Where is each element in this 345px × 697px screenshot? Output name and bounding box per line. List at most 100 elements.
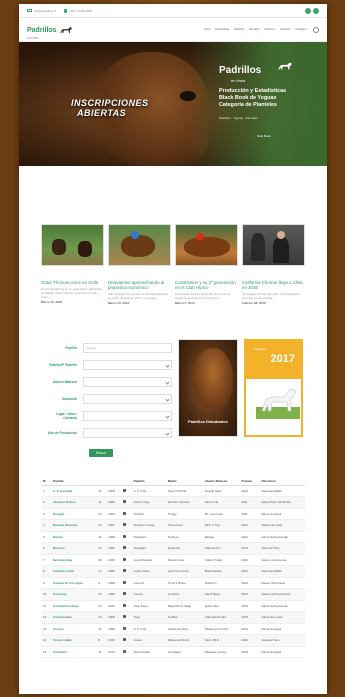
camera-icon[interactable] xyxy=(122,603,126,607)
table-cell: Dependo xyxy=(165,542,203,555)
news-thumbnail[interactable] xyxy=(175,224,238,266)
nav-item[interactable]: Remates xyxy=(249,28,259,31)
stallion-name[interactable]: Banzai xyxy=(50,531,97,543)
column-header[interactable] xyxy=(96,477,107,486)
table-row[interactable]: 7 Bermuda Bay 28 2009 Good Reward Wood Creek C… xyxy=(41,554,305,566)
camera-icon[interactable] xyxy=(122,546,126,550)
camera-icon[interactable] xyxy=(122,649,126,653)
camera-icon[interactable] xyxy=(122,592,126,596)
news-card[interactable]: Debutantes aprovechando al propósito eco… xyxy=(108,224,171,305)
news-thumbnail[interactable] xyxy=(108,224,171,266)
camera-icon[interactable] xyxy=(122,511,126,515)
table-cell: Tapit Seen xyxy=(131,600,166,612)
camera-icon[interactable] xyxy=(122,557,126,561)
column-header[interactable] xyxy=(106,477,121,486)
table-row[interactable]: 3 Bonguir 34 2003 Dunkirk Trivigy Mt. Livermor… xyxy=(41,508,305,520)
column-header[interactable]: Nº xyxy=(41,477,51,486)
camera-icon[interactable] xyxy=(122,580,126,584)
table-row[interactable]: 15 Curlandro 11 2012 Smart Strike Coraware Ple… xyxy=(41,646,305,658)
table-row[interactable]: 14 Crown Indian 8 2010 Crown Wakened Storm Sto… xyxy=(41,634,305,647)
year-select[interactable] xyxy=(83,427,173,438)
padrillo-input[interactable]: Buscar xyxy=(83,342,173,353)
stallion-name[interactable]: Crown Indian xyxy=(50,634,97,647)
stallion-name[interactable]: Curlandro xyxy=(50,646,97,658)
camera-icon[interactable] xyxy=(122,523,126,527)
table-row[interactable]: 13 Crown I 16 2009 A. P. Indy Awesome Diva See… xyxy=(41,623,305,635)
stallion-name[interactable]: Crimenmaker xyxy=(50,611,97,624)
nav-item[interactable]: Nosotros xyxy=(265,28,275,31)
column-header[interactable]: Abuelo Materno xyxy=(202,477,240,486)
email-link[interactable]: info@padrillos.cl xyxy=(27,9,56,13)
news-title[interactable]: Constitution y su 2º generación en el Cl… xyxy=(175,280,238,290)
stallion-name[interactable]: Cuando Es Pot Agua xyxy=(50,577,97,589)
table-row[interactable]: 1 A. P. Cardinal 21 2004 A. P. Indy Fleet Of … xyxy=(41,485,305,497)
news-thumbnail[interactable] xyxy=(41,224,104,266)
table-row[interactable]: 12 Crimenmaker 13 2008 Tiger Gofibai Catrinell… xyxy=(41,611,305,624)
column-header[interactable]: Ubicación xyxy=(259,477,305,486)
news-title[interactable]: California Chrome llega a Chile en 2016 xyxy=(242,280,305,290)
camera-icon[interactable] xyxy=(122,488,126,492)
camera-icon[interactable] xyxy=(122,615,126,619)
stallion-name[interactable]: Crown I xyxy=(50,623,97,635)
column-header[interactable]: Madre xyxy=(165,477,203,486)
stallion-name[interactable]: Bermuda Bay xyxy=(50,554,97,566)
stallion-name[interactable]: Bonguir xyxy=(50,508,97,520)
camera-icon[interactable] xyxy=(122,626,126,630)
table-cell: 3 xyxy=(41,508,51,520)
table-row[interactable]: 10 Cosmogu 19 2009 Cosmo Cordova Ataxil Beau 20… xyxy=(41,588,305,601)
table-cell: Carter Trader xyxy=(202,554,240,566)
nav-item[interactable]: Contacto xyxy=(280,28,290,31)
row-icons xyxy=(120,623,132,635)
table-cell: Haras Sumaya xyxy=(259,646,305,658)
stallion-name[interactable]: A. P. Cardinal xyxy=(50,485,97,497)
table-row[interactable]: 4 Boruvet Ramona 12 2007 Southern Image Preco… xyxy=(41,519,305,532)
news-title[interactable]: Outer Thomas crece en Chile xyxy=(41,280,104,285)
column-header[interactable]: Padrillo xyxy=(50,477,97,486)
hero-banner[interactable]: INSCRIPCIONES ABIERTAS Padrillos en líne… xyxy=(19,42,327,166)
camera-icon[interactable] xyxy=(122,638,126,642)
news-card[interactable]: California Chrome llega a Chile en 2016 … xyxy=(242,224,305,305)
phone-link[interactable]: +56 2 2345 6789 xyxy=(64,8,92,13)
stallion-name[interactable]: Belvoirs xyxy=(50,542,97,555)
column-header[interactable] xyxy=(120,477,132,486)
nav-item[interactable]: Padrillos xyxy=(234,28,244,31)
stallion-name[interactable]: Cosmogu xyxy=(50,588,97,601)
table-cell: Trivigy xyxy=(165,508,203,520)
stallion-name[interactable]: Caliente Creek xyxy=(50,565,97,578)
column-header[interactable]: Padrillo xyxy=(131,477,166,486)
table-cell: 2009 xyxy=(106,623,121,635)
camera-icon[interactable] xyxy=(122,500,126,504)
catalog-promo[interactable]: Catálogo 2017 xyxy=(243,339,303,437)
nav-item[interactable]: Estadísticas xyxy=(215,28,229,31)
facebook-icon[interactable] xyxy=(305,7,311,14)
hero-headline: INSCRIPCIONES ABIERTAS xyxy=(71,98,149,118)
stallion-name[interactable]: Boruvet Ramona xyxy=(50,519,97,532)
news-thumbnail[interactable] xyxy=(242,224,305,266)
site-logo[interactable]: Padrillos EN LÍNEA xyxy=(27,19,73,40)
sire-select[interactable] xyxy=(83,359,173,370)
news-card[interactable]: Outer Thomas crece en Chile Con 8 ganado… xyxy=(41,224,104,305)
contact-select[interactable] xyxy=(83,410,173,421)
table-row[interactable]: 2 Abstract Notion 11 2006 Distort Vigor Weste… xyxy=(41,496,305,509)
nav-item[interactable]: Catálogos xyxy=(295,28,307,31)
location-select[interactable] xyxy=(83,393,173,404)
column-header[interactable]: Crianza xyxy=(239,477,260,486)
nav-item[interactable]: Inicio xyxy=(204,28,210,31)
table-row[interactable]: 11 Constitution Sage 22 2011 Tapit Seen Magni… xyxy=(41,600,305,612)
debutantes-promo[interactable]: Padrillos Debutantes xyxy=(178,339,238,437)
news-card[interactable]: Constitution y su 2º generación en el Cl… xyxy=(175,224,238,305)
twitter-icon[interactable] xyxy=(313,7,319,14)
search-button[interactable]: Buscar xyxy=(89,449,113,457)
camera-icon[interactable] xyxy=(122,569,126,573)
search-icon[interactable] xyxy=(313,26,319,33)
table-row[interactable]: 6 Belvoirs 14 2006 Singspiel Dependo Takeda Ki… xyxy=(41,542,305,555)
news-title[interactable]: Debutantes aprovechando al propósito eco… xyxy=(108,280,171,290)
camera-icon[interactable] xyxy=(122,534,126,538)
table-row[interactable]: 8 Caliente Creek 17 2005 Lucky Giant Last The… xyxy=(41,565,305,578)
search-form: Padrillo Buscar Padrillo/P. Padrillo Abu… xyxy=(43,339,173,457)
grandsire-select[interactable] xyxy=(83,376,173,387)
table-row[interactable]: 9 Cuando Es Pot Agua 9 2008 Lucenth Tomo's Br… xyxy=(41,577,305,589)
stallion-name[interactable]: Abstract Notion xyxy=(50,496,97,509)
stallion-name[interactable]: Constitution Sage xyxy=(50,600,97,612)
table-row[interactable]: 5 Banzai 10 2008 Delaware Nobuya Zabeel 2012 Har… xyxy=(41,531,305,543)
